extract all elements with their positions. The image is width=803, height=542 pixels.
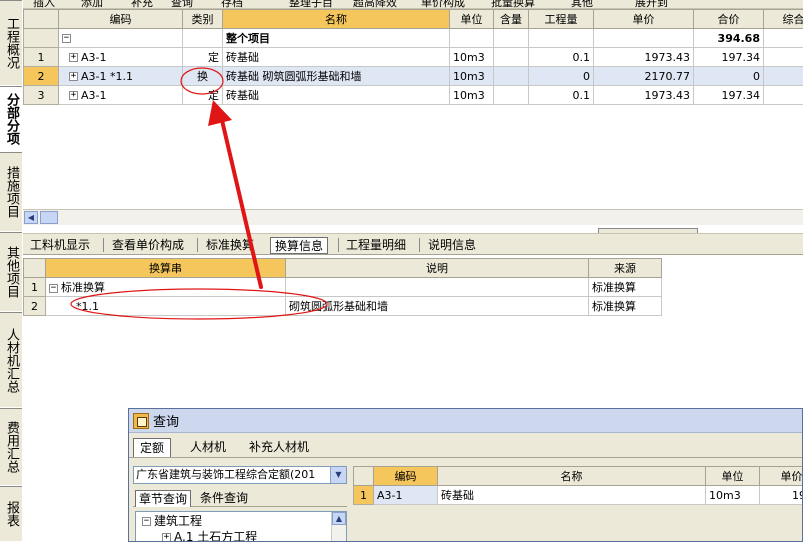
table-row[interactable]: 1 − 标准换算 标准换算: [23, 277, 662, 297]
dialog-subtabs: 章节查询 条件查询: [133, 489, 347, 507]
tab-chapter-query[interactable]: 章节查询: [135, 490, 192, 507]
expand-plus-icon[interactable]: +: [69, 53, 78, 62]
nav-tab-labor-material-summary[interactable]: 人材机汇总: [0, 312, 22, 408]
collapse-minus-icon[interactable]: −: [142, 517, 151, 526]
toolbar-query[interactable]: 查询: [171, 0, 193, 8]
toolbar-height-reduction[interactable]: 超高降效: [353, 0, 397, 8]
toolbar-other[interactable]: 其他: [571, 0, 593, 8]
quota-results-grid: 编码 名称 单位 单价 1 A3-1 砖基础 10m3 1973: [353, 466, 802, 505]
col-header-unit-price[interactable]: 单价: [759, 466, 802, 486]
col-header-content[interactable]: 含量: [493, 9, 529, 29]
conversion-info-grid: 换算串 说明 来源 1 − 标准换算 标准换算 2 *1.1 砌筑圆弧形基础和墙 …: [23, 258, 663, 316]
table-row[interactable]: 2 *1.1 砌筑圆弧形基础和墙 标准换算: [23, 296, 662, 316]
toolbar-organize[interactable]: 整理子目: [289, 0, 333, 8]
table-row-selected[interactable]: 2 + A3-1 *1.1 换 砖基础 砌筑圆弧形基础和墙 10m3 0 2170…: [23, 66, 803, 86]
col-header-type[interactable]: 类别: [182, 9, 223, 29]
tab-condition-query[interactable]: 条件查询: [197, 490, 251, 507]
tab-quantity-detail[interactable]: 工程量明细: [342, 237, 410, 254]
nav-tab-items[interactable]: 分部分项: [0, 86, 22, 152]
nav-tab-other[interactable]: 其他项目: [0, 232, 22, 312]
grid-header-row: 编码 类别 名称 单位 含量 工程量 单价 合价 综合: [23, 9, 803, 29]
scroll-thumb[interactable]: [40, 211, 58, 224]
chapter-tree: − 建筑工程 + A.1 土石方工程 ▲: [135, 511, 347, 541]
dialog-title: 查询: [153, 415, 180, 430]
summary-name: 整个项目: [222, 28, 450, 48]
summary-total: 394.68: [693, 28, 764, 48]
items-grid: 编码 类别 名称 单位 含量 工程量 单价 合价 综合 − 整个项目 394.6…: [23, 9, 803, 209]
sub-grid-header-row: 换算串 说明 来源: [23, 258, 662, 278]
toolbar: 插入 添加 补充 查询 存档 整理子目 超高降效 单价构成 批量换算 其他 展开…: [23, 0, 803, 9]
table-row[interactable]: 1 +A3-1 定 砖基础 10m3 0.1 1973.43 197.34 1: [23, 47, 803, 67]
scroll-up-arrow-icon[interactable]: ▲: [332, 512, 346, 525]
tree-vertical-scrollbar[interactable]: ▲: [331, 512, 346, 541]
expand-plus-icon[interactable]: +: [69, 72, 78, 81]
col-header-conversion-string[interactable]: 换算串: [45, 258, 286, 278]
tab-standard-conversion[interactable]: 标准换算: [202, 237, 258, 254]
col-header-description[interactable]: 说明: [285, 258, 589, 278]
toolbar-add[interactable]: 添加: [81, 0, 103, 8]
col-header-unit[interactable]: 单位: [705, 466, 760, 486]
toolbar-insert[interactable]: 插入: [33, 0, 55, 8]
dialog-tabs: 定额 人材机 补充人材机: [129, 436, 802, 458]
expand-plus-icon[interactable]: +: [162, 533, 171, 541]
toolbar-unit-price[interactable]: 单价构成: [421, 0, 465, 8]
table-row[interactable]: 1 A3-1 砖基础 10m3 1973: [353, 485, 802, 505]
nav-tab-reports[interactable]: 报表: [0, 486, 22, 542]
col-header-comprehensive[interactable]: 综合: [763, 9, 803, 29]
quota-library-select[interactable]: 广东省建筑与装饰工程综合定额(201 ▼: [133, 466, 347, 484]
tab-view-price-composition[interactable]: 查看单价构成: [108, 237, 188, 254]
col-header-unit[interactable]: 单位: [449, 9, 494, 29]
toolbar-archive[interactable]: 存档: [221, 0, 243, 8]
table-row[interactable]: 3 +A3-1 定 砖基础 10m3 0.1 1973.43 197.34 1: [23, 85, 803, 105]
detail-tabs: 工料机显示 查看单价构成 标准换算 换算信息 工程量明细 说明信息: [23, 233, 803, 255]
expand-plus-icon[interactable]: +: [69, 91, 78, 100]
tab-quota[interactable]: 定额: [133, 438, 172, 457]
dropdown-arrow-icon[interactable]: ▼: [330, 467, 346, 483]
tab-supplement-labor-material[interactable]: 补充人材机: [243, 438, 315, 457]
scroll-left-arrow-icon[interactable]: ◀: [24, 211, 38, 224]
tab-labor-material-display[interactable]: 工料机显示: [26, 237, 94, 254]
tab-description-info[interactable]: 说明信息: [424, 237, 480, 254]
app-window: 工程概况 分部分项 措施项目 其他项目 人材机汇总 费用汇总 报表 插入 添加 …: [0, 0, 803, 542]
col-header-code[interactable]: 编码: [373, 466, 438, 486]
query-app-icon: [133, 412, 149, 429]
col-header-name[interactable]: 名称: [222, 9, 450, 29]
nav-tab-fee-summary[interactable]: 费用汇总: [0, 408, 22, 486]
type-converted: 换: [182, 66, 223, 86]
nav-tab-project-overview[interactable]: 工程概况: [0, 0, 22, 86]
toolbar-expand-to[interactable]: 展开到: [635, 0, 668, 8]
dialog-grid-header-row: 编码 名称 单位 单价: [353, 466, 802, 486]
col-header-rownum: [23, 9, 59, 29]
tab-conversion-info[interactable]: 换算信息: [270, 237, 329, 254]
tab-labor-material[interactable]: 人材机: [184, 438, 232, 457]
col-header-quantity[interactable]: 工程量: [528, 9, 594, 29]
tree-node[interactable]: − 建筑工程: [142, 513, 202, 529]
toolbar-batch-convert[interactable]: 批量换算: [491, 0, 535, 8]
col-header-source[interactable]: 来源: [588, 258, 662, 278]
col-header-code[interactable]: 编码: [58, 9, 183, 29]
collapse-minus-icon[interactable]: −: [49, 283, 58, 293]
summary-row[interactable]: − 整个项目 394.68: [23, 28, 803, 48]
col-header-name[interactable]: 名称: [437, 466, 706, 486]
nav-tab-measures[interactable]: 措施项目: [0, 152, 22, 232]
collapse-minus-icon[interactable]: −: [62, 34, 71, 43]
vertical-nav: 工程概况 分部分项 措施项目 其他项目 人材机汇总 费用汇总 报表: [0, 0, 22, 542]
dialog-title-bar[interactable]: 查询: [129, 409, 802, 433]
toolbar-supplement[interactable]: 补充: [131, 0, 153, 8]
col-header-total[interactable]: 合价: [693, 9, 764, 29]
query-dialog: 查询 定额 人材机 补充人材机 广东省建筑与装饰工程综合定额(201 ▼ 章节查…: [128, 408, 803, 542]
horizontal-scrollbar[interactable]: ◀: [23, 209, 803, 225]
tree-node[interactable]: + A.1 土石方工程: [162, 529, 257, 541]
col-header-unit-price[interactable]: 单价: [593, 9, 694, 29]
